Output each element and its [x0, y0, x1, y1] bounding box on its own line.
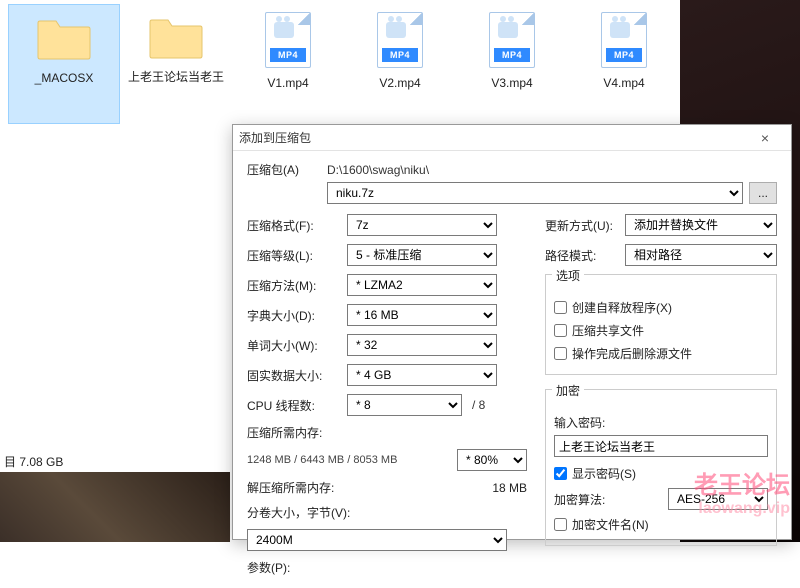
encrypt-names-check[interactable]: 加密文件名(N)	[554, 516, 768, 533]
level-select[interactable]: 5 - 标准压缩	[347, 244, 497, 266]
solid-select[interactable]: * 4 GB	[347, 364, 497, 386]
pathmode-label: 路径模式:	[545, 247, 625, 264]
file-label: V1.mp4	[267, 76, 308, 91]
options-fieldset: 选项 创建自释放程序(X) 压缩共享文件 操作完成后删除源文件	[545, 274, 777, 375]
method-select[interactable]: * LZMA2	[347, 274, 497, 296]
mp4-file-icon: MP4	[484, 12, 540, 68]
dialog-title: 添加到压缩包	[239, 129, 745, 146]
compmem-pct-select[interactable]: * 80%	[457, 449, 527, 471]
dict-select[interactable]: * 16 MB	[347, 304, 497, 326]
pathmode-select[interactable]: 相对路径	[625, 244, 777, 266]
format-select[interactable]: 7z	[347, 214, 497, 236]
opt-share[interactable]: 压缩共享文件	[554, 322, 768, 339]
close-icon[interactable]: ×	[745, 130, 785, 146]
mp4-file-icon: MP4	[372, 12, 428, 68]
archive-dialog: 添加到压缩包 × 压缩包(A) D:\1600\swag\niku\ niku.…	[232, 124, 792, 540]
file-label: 上老王论坛当老王	[128, 70, 224, 85]
archive-name-select[interactable]: niku.7z	[327, 182, 743, 204]
format-label: 压缩格式(F):	[247, 217, 347, 234]
update-label: 更新方式(U):	[545, 217, 625, 234]
word-label: 单词大小(W):	[247, 337, 347, 354]
solid-label: 固实数据大小:	[247, 367, 347, 384]
file-label: V2.mp4	[379, 76, 420, 91]
decompmem-value: 18 MB	[492, 481, 527, 495]
folder-icon	[34, 15, 94, 63]
file-item[interactable]: _MACOSX	[8, 4, 120, 124]
split-select[interactable]: 2400M	[247, 529, 507, 551]
alg-label: 加密算法:	[554, 491, 662, 508]
params-label: 参数(P):	[247, 559, 290, 576]
password-label: 输入密码:	[554, 414, 768, 431]
opt-delete[interactable]: 操作完成后删除源文件	[554, 345, 768, 362]
file-item[interactable]: MP4 V4.mp4	[568, 4, 680, 124]
file-grid: _MACOSX 上老王论坛当老王 MP4 V1.mp4 MP4 V2.mp4 MP4 V3.m…	[8, 4, 688, 124]
right-column: 更新方式(U):添加并替换文件 路径模式:相对路径 选项 创建自释放程序(X) …	[545, 214, 777, 584]
folder-icon	[146, 14, 206, 62]
password-input[interactable]	[554, 435, 768, 457]
encryption-legend: 加密	[552, 382, 584, 399]
level-label: 压缩等级(L):	[247, 247, 347, 264]
decompmem-label: 解压缩所需内存:	[247, 479, 347, 496]
mp4-file-icon: MP4	[596, 12, 652, 68]
method-label: 压缩方法(M):	[247, 277, 347, 294]
update-select[interactable]: 添加并替换文件	[625, 214, 777, 236]
file-item[interactable]: 上老王论坛当老王	[120, 4, 232, 124]
file-item[interactable]: MP4 V2.mp4	[344, 4, 456, 124]
file-label: V3.mp4	[491, 76, 532, 91]
threads-select[interactable]: * 8	[347, 394, 462, 416]
file-item[interactable]: MP4 V1.mp4	[232, 4, 344, 124]
split-label: 分卷大小，字节(V):	[247, 504, 350, 521]
opt-sfx[interactable]: 创建自释放程序(X)	[554, 299, 768, 316]
bg-bottom	[0, 472, 230, 542]
encryption-fieldset: 加密 输入密码: 显示密码(S) 加密算法:AES-256 加密文件名(N)	[545, 389, 777, 546]
word-select[interactable]: * 32	[347, 334, 497, 356]
file-item[interactable]: MP4 V3.mp4	[456, 4, 568, 124]
show-password-check[interactable]: 显示密码(S)	[554, 465, 768, 482]
dict-label: 字典大小(D):	[247, 307, 347, 324]
compmem-label: 压缩所需内存:	[247, 424, 527, 441]
left-column: 压缩格式(F):7z 压缩等级(L):5 - 标准压缩 压缩方法(M):* LZ…	[247, 214, 527, 584]
alg-select[interactable]: AES-256	[668, 488, 768, 510]
options-legend: 选项	[552, 267, 584, 284]
status-bar: 目 7.08 GB	[0, 451, 67, 472]
archive-path: D:\1600\swag\niku\	[327, 163, 429, 177]
file-label: _MACOSX	[35, 71, 94, 86]
browse-button[interactable]: ...	[749, 182, 777, 204]
threads-label: CPU 线程数:	[247, 397, 347, 414]
compmem-info: 1248 MB / 6443 MB / 8053 MB	[247, 454, 397, 466]
file-label: V4.mp4	[603, 76, 644, 91]
mp4-file-icon: MP4	[260, 12, 316, 68]
titlebar[interactable]: 添加到压缩包 ×	[233, 125, 791, 151]
threads-max: / 8	[472, 398, 485, 412]
archive-label: 压缩包(A)	[247, 161, 327, 178]
